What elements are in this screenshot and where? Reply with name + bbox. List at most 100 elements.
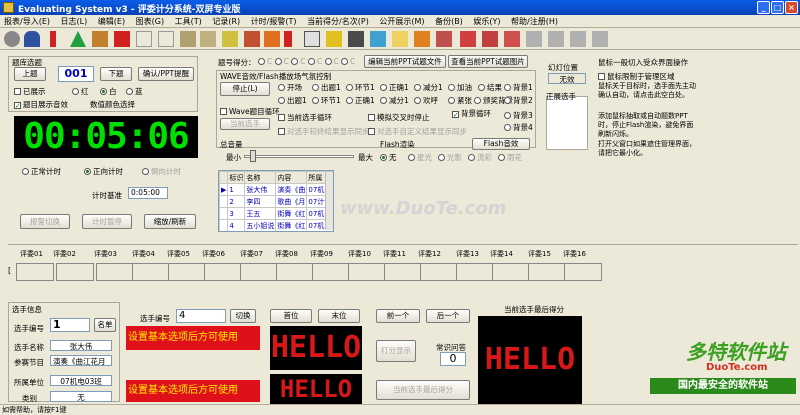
diff-radios[interactable]: C C C C C C (258, 57, 355, 66)
flash-radio-0[interactable]: 无 (380, 152, 397, 163)
normal-timer-radio[interactable]: 正常计时 (22, 166, 61, 177)
table-row[interactable]: 3王五街舞《红07机电03 (219, 207, 333, 220)
tools-icon[interactable] (92, 31, 108, 47)
reverse-timer-radio[interactable]: 倒向计时 (142, 166, 181, 177)
clipboard-icon[interactable] (370, 31, 386, 47)
player-name-field[interactable]: 张大伟 (50, 340, 112, 351)
switch-button[interactable]: 切换 (230, 309, 256, 323)
num-color-label[interactable]: 数值颜色选择 (90, 99, 135, 110)
flash-radio-4[interactable]: 雨花 (498, 152, 522, 163)
judge-score-box[interactable] (348, 263, 386, 281)
judge-score-box[interactable] (492, 263, 530, 281)
cur-loop-checkbox[interactable]: 当前选手循环 (278, 112, 332, 123)
stop-button[interactable]: 停止(L) (220, 82, 270, 96)
dice-icon[interactable] (304, 31, 320, 47)
color-white-radio[interactable]: 白 (100, 86, 117, 97)
alarm-switch-button[interactable]: 报警切换 (20, 214, 70, 229)
sync-all-checkbox[interactable]: 对选手自定义结果显示同步 (368, 126, 467, 137)
next-question-button[interactable]: 下题 (100, 67, 132, 81)
wave-radio-15[interactable]: 背景2 (504, 95, 533, 106)
arrow-icon[interactable] (570, 31, 586, 47)
judge-score-box[interactable] (56, 263, 94, 281)
players-table[interactable]: 标识 名称 内容 所属 ▶1张大伟演奏《曲07机电03 2李四歌曲《月07计信0… (218, 170, 334, 232)
wave-radio-8[interactable]: 出题1 (278, 95, 307, 106)
note-icon[interactable] (392, 31, 408, 47)
blank-icon[interactable] (158, 31, 174, 47)
wave-radio-0[interactable]: 开场 (278, 82, 302, 93)
wave-loop-checkbox[interactable]: Wave题目循环 (220, 106, 280, 117)
judge-score-box[interactable] (16, 263, 54, 281)
bell-icon[interactable] (222, 31, 238, 47)
judge-score-box[interactable] (96, 263, 134, 281)
timer-base-field[interactable]: 0:05:00 (128, 187, 168, 199)
prev-player-button[interactable]: 前一个 (376, 309, 420, 323)
wave-radio-5[interactable]: 加油 (448, 82, 472, 93)
shown-checkbox[interactable]: 已展示 (14, 86, 46, 97)
menu-item-tools[interactable]: 工具(T) (171, 15, 206, 28)
next-player-button[interactable]: 后一个 (426, 309, 470, 323)
auto-stop-checkbox[interactable]: 模拟交叉时停止 (368, 112, 430, 123)
wave-radio-6[interactable]: 结果 (478, 82, 502, 93)
judge-score-box[interactable] (204, 263, 242, 281)
wave-radio-9[interactable]: 环节1 (312, 95, 341, 106)
judge-score-box[interactable] (276, 263, 314, 281)
category-field[interactable]: 无 (50, 391, 112, 402)
user-icon[interactable] (24, 31, 40, 47)
mouse-limit-checkbox[interactable]: 鼠标限制于管理区域 (598, 71, 675, 82)
menu-item-log[interactable]: 日志(L) (57, 15, 92, 28)
menu-item-display[interactable]: 公开展示(M) (375, 15, 428, 28)
player-id-field[interactable]: 1 (50, 318, 90, 332)
menu-item-backup[interactable]: 备份(B) (431, 15, 467, 28)
gift-icon[interactable] (482, 31, 498, 47)
table-row[interactable]: 4五小姐说街舞《红07机电03 (219, 219, 333, 231)
selector-id-field[interactable]: 4 (176, 309, 226, 323)
player-list-box[interactable] (546, 96, 588, 150)
topic-sound-checkbox[interactable]: ✓ 题目展示音效 (14, 99, 68, 110)
tool-icon[interactable] (200, 31, 216, 47)
judge-score-box[interactable] (168, 263, 206, 281)
color-blue-radio[interactable]: 蓝 (126, 86, 143, 97)
disk-icon[interactable] (348, 31, 364, 47)
cur-player-button[interactable]: 当前选手 (220, 118, 270, 130)
forward-arrow-icon[interactable] (548, 31, 564, 47)
gift-icon[interactable] (460, 31, 476, 47)
wave-radio-16[interactable]: 背景3 (504, 110, 533, 121)
program-field[interactable]: 演奏《曲江花月 (50, 355, 112, 366)
table-row[interactable]: ▶1张大伟演奏《曲07机电03 (219, 183, 333, 196)
tree-icon[interactable] (70, 31, 86, 47)
wave-radio-11[interactable]: 减分1 (380, 95, 409, 106)
gift-icon[interactable] (504, 31, 520, 47)
gift-icon[interactable] (244, 31, 260, 47)
blank-icon[interactable] (136, 31, 152, 47)
table-scrollbar[interactable] (325, 172, 333, 230)
judge-score-box[interactable] (312, 263, 350, 281)
audience-field[interactable]: 0 (440, 352, 466, 366)
judge-score-box[interactable] (240, 263, 278, 281)
delete-icon[interactable] (114, 31, 130, 47)
view-ppt-button[interactable]: 查看当前PPT试题图片 (448, 55, 528, 68)
confirm-ppt-button[interactable]: 确认/PPT提醒 (138, 67, 194, 81)
menu-item-report[interactable]: 报表/导入(E) (0, 15, 54, 28)
judge-score-box[interactable] (384, 263, 422, 281)
cur-all-checkbox[interactable]: 对选手较终结果显示同步 (278, 126, 370, 137)
minimize-button[interactable]: _ (757, 1, 770, 14)
display-score-button[interactable]: 打分显示 (376, 340, 416, 362)
zoom-refresh-button[interactable]: 缩放/刷新 (144, 214, 196, 229)
timer-pause-button[interactable]: 计时暂停 (82, 214, 132, 229)
arrow-icon[interactable] (592, 31, 608, 47)
flash-radio-3[interactable]: 流彩 (468, 152, 492, 163)
title-bar[interactable]: Evaluating System v3 - 评委计分系统-双屏专业版 _ □ … (0, 0, 800, 15)
flash-sound-button[interactable]: Flash音效 (472, 138, 530, 150)
hammer-icon[interactable] (436, 31, 452, 47)
music-icon[interactable] (414, 31, 430, 47)
fire-icon[interactable] (264, 31, 280, 47)
menu-item-timer[interactable]: 计时/报警(T) (247, 15, 301, 28)
bg-loop-checkbox[interactable]: ✓ 背景循环 (452, 108, 491, 119)
menu-item-help[interactable]: 帮助/注册(H) (507, 15, 562, 28)
candle-icon[interactable] (284, 31, 292, 47)
folder-icon[interactable] (326, 31, 342, 47)
first-player-button[interactable]: 首位 (270, 309, 312, 323)
wave-radio-3[interactable]: 正确1 (380, 82, 409, 93)
back-arrow-icon[interactable] (526, 31, 542, 47)
slide-position-field[interactable]: 无效 (548, 73, 586, 84)
